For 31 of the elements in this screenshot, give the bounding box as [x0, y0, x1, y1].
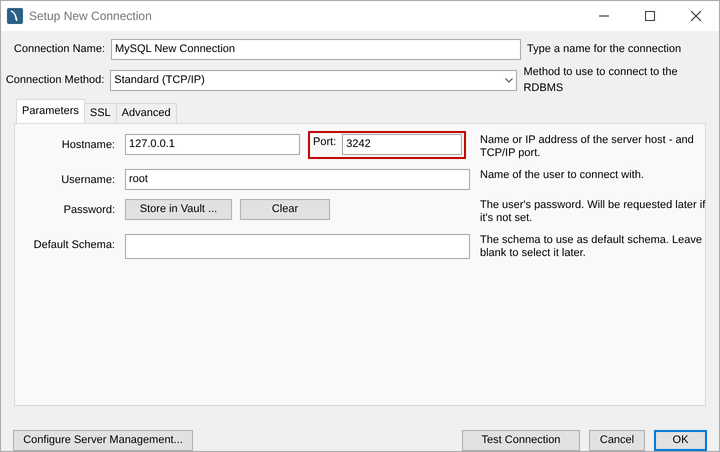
port-label: Port: — [313, 134, 336, 150]
method-hint: Method to use to connect to the RDBMS — [523, 64, 679, 96]
tab[interactable]: Advanced — [116, 103, 177, 123]
hostname-field[interactable]: 127.0.0.1 — [125, 134, 300, 155]
name-field[interactable]: MySQL New Connection — [111, 38, 521, 60]
field-label: Username: — [60, 172, 115, 188]
window-title: Setup New Connection — [29, 8, 153, 25]
field-label: Default Schema: — [32, 238, 115, 254]
dialog-button[interactable]: OK — [654, 430, 707, 451]
store-button[interactable]: Store in Vault ... — [125, 198, 232, 220]
chevron-down-icon — [505, 78, 514, 83]
field-hint: The schema to use as default schema. Leave blank to select it later. — [480, 234, 703, 261]
field-hint: Name or IP address of the server host - and TCP/IP port. — [480, 134, 695, 160]
field-label: Password: — [62, 202, 115, 218]
method-dropdown[interactable]: Standard (TCP/IP) — [110, 70, 518, 91]
port-field[interactable]: 3242 — [342, 134, 462, 155]
text-field[interactable] — [125, 234, 470, 260]
app-icon — [7, 8, 23, 24]
field-label: Hostname: — [60, 138, 115, 153]
dialog-button[interactable]: Test Connection — [462, 430, 580, 451]
name-hint: Type a name for the connection — [527, 42, 682, 57]
configure-button[interactable]: Configure Server Management... — [13, 430, 193, 451]
name-label: Connection Name: — [12, 42, 105, 57]
dialog-button[interactable]: Cancel — [589, 430, 645, 451]
tab[interactable]: Parameters — [16, 99, 85, 123]
clear-button[interactable]: Clear — [240, 198, 330, 220]
field-hint: The user's password. Will be requested later if it's not set. — [480, 198, 706, 226]
method-label: Connection Method: — [4, 72, 104, 88]
text-field[interactable]: root — [125, 168, 470, 190]
close-icon[interactable] — [688, 8, 704, 24]
field-hint: Name of the user to connect with. — [480, 168, 645, 182]
